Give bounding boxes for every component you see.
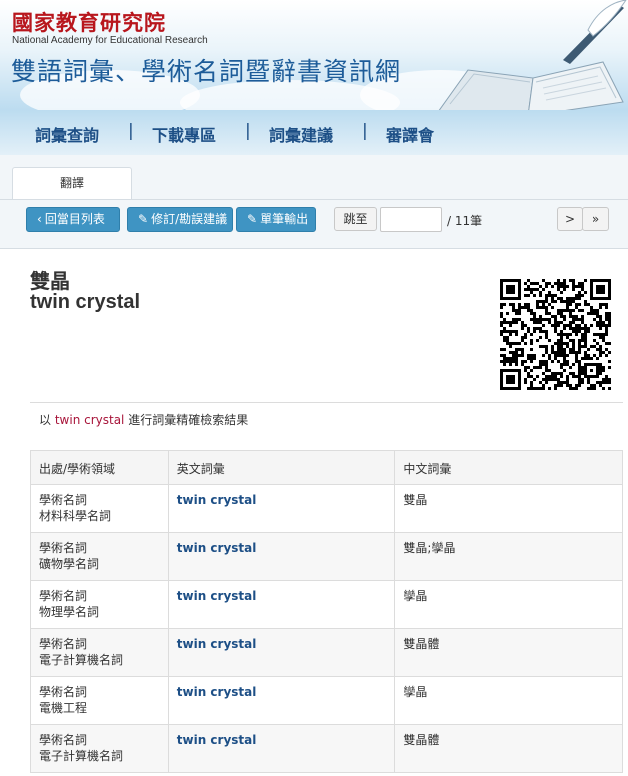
site-banner: 國家教育研究院 National Academy for Educational… bbox=[0, 0, 628, 110]
suggest-edit-button[interactable]: ✎ 修訂/勘誤建議 bbox=[127, 207, 233, 232]
cell-english: twin crystal bbox=[167, 532, 396, 581]
nav-item-review-committee[interactable]: 審譯會 bbox=[386, 122, 434, 146]
last-record-button[interactable]: » bbox=[582, 207, 609, 231]
cell-source: 學術名詞 礦物學名詞 bbox=[30, 532, 169, 581]
english-term-link[interactable]: twin crystal bbox=[177, 685, 257, 699]
source-field: 礦物學名詞 bbox=[39, 557, 100, 571]
tab-bar: 翻譯 bbox=[0, 155, 628, 201]
cell-english: twin crystal bbox=[167, 484, 396, 533]
term-english: twin crystal bbox=[30, 291, 141, 313]
table-row: 學術名詞電子計算機名詞 twin crystal 雙晶體 bbox=[30, 628, 623, 677]
cell-english: twin crystal bbox=[167, 724, 396, 773]
cell-chinese: 雙晶體 bbox=[394, 628, 623, 677]
source-field: 電子計算機名詞 bbox=[39, 653, 124, 667]
table-row: 學術名詞礦物學名詞 twin crystal 雙晶;孿晶 bbox=[30, 532, 623, 581]
cell-chinese: 雙晶體 bbox=[394, 724, 623, 773]
nav-separator: | bbox=[245, 121, 251, 141]
source-type: 學術名詞 bbox=[39, 685, 88, 699]
table-row: 學術名詞物理學名詞 twin crystal 孿晶 bbox=[30, 580, 623, 629]
tab-translation[interactable]: 翻譯 bbox=[12, 167, 132, 201]
back-to-list-button[interactable]: ‹ 回當目列表 bbox=[26, 207, 120, 232]
site-title[interactable]: 雙語詞彙、學術名詞暨辭書資訊網 bbox=[11, 52, 401, 88]
english-term-link[interactable]: twin crystal bbox=[177, 637, 257, 651]
table-header-row: 出處/學術領域 英文詞彙 中文詞彙 bbox=[30, 450, 623, 485]
nav-item-downloads[interactable]: 下載專區 bbox=[152, 122, 216, 146]
page-total: / 11筆 bbox=[447, 214, 483, 228]
result-prefix: 以 bbox=[39, 413, 52, 427]
cell-source: 學術名詞 物理學名詞 bbox=[30, 580, 169, 629]
english-term-link[interactable]: twin crystal bbox=[177, 589, 257, 603]
results-table: 出處/學術領域 英文詞彙 中文詞彙 學術名詞 材料科學名詞 twin crysta… bbox=[30, 450, 623, 773]
pencil-icon: ✎ bbox=[247, 212, 258, 226]
search-result-summary: 以 twin crystal 進行詞彙精確檢索結果 bbox=[39, 411, 248, 428]
cell-chinese: 雙晶;孿晶 bbox=[394, 532, 623, 581]
table-row: 學術名詞電機工程 twin crystal 孿晶 bbox=[30, 676, 623, 725]
org-name-english: National Academy for Educational Researc… bbox=[12, 35, 208, 46]
cell-chinese: 雙晶 bbox=[394, 484, 623, 533]
source-type: 學術名詞 bbox=[39, 493, 88, 507]
cell-source: 學術名詞材料科學名詞 bbox=[30, 484, 169, 533]
entry-panel: 雙晶 twin crystal 以 twin crystal 進行詞彙精確檢索結… bbox=[0, 249, 628, 776]
table-row: 學術名詞電子計算機名詞 twin crystal 雙晶體 bbox=[30, 724, 623, 773]
next-record-button[interactable]: > bbox=[557, 207, 583, 231]
result-keyword: twin crystal bbox=[54, 413, 125, 427]
cell-source: 學術名詞電子計算機名詞 bbox=[30, 724, 169, 773]
english-term-link[interactable]: twin crystal bbox=[177, 541, 257, 555]
english-term-link[interactable]: twin crystal bbox=[177, 493, 257, 507]
cell-source: 學術名詞 電機工程 bbox=[30, 676, 169, 725]
source-field: 物理學名詞 bbox=[39, 605, 100, 619]
back-to-list-label: 回當目列表 bbox=[44, 212, 105, 226]
pencil-icon: ✎ bbox=[138, 212, 149, 226]
cell-chinese: 孿晶 bbox=[394, 580, 623, 629]
nav-separator: | bbox=[362, 121, 368, 141]
main-nav: 詞彙查詢 | 下載專區 | 詞彙建議 | 審譯會 bbox=[0, 110, 628, 155]
source-type: 學術名詞 bbox=[39, 733, 88, 747]
cell-english: twin crystal bbox=[167, 628, 396, 677]
cell-english: twin crystal bbox=[167, 580, 396, 629]
chevron-left-icon: ‹ bbox=[37, 212, 42, 226]
english-term-link[interactable]: twin crystal bbox=[177, 733, 257, 747]
nav-separator: | bbox=[128, 121, 134, 141]
cell-chinese: 孿晶 bbox=[394, 676, 623, 725]
source-type: 學術名詞 bbox=[39, 589, 88, 603]
table-row: 學術名詞材料科學名詞 twin crystal 雙晶 bbox=[30, 484, 623, 533]
export-single-button[interactable]: ✎ 單筆輸出 bbox=[236, 207, 316, 232]
suggest-edit-label: 修訂/勘誤建議 bbox=[151, 212, 228, 226]
nav-item-term-suggestion[interactable]: 詞彙建議 bbox=[269, 122, 333, 146]
cell-english: twin crystal bbox=[167, 676, 396, 725]
source-type: 學術名詞 bbox=[39, 541, 88, 555]
source-field: 材料科學名詞 bbox=[39, 509, 112, 523]
divider bbox=[30, 402, 623, 403]
source-type: 學術名詞 bbox=[39, 637, 88, 651]
org-logo-text[interactable]: 國家教育研究院 bbox=[12, 7, 166, 37]
nav-item-term-search[interactable]: 詞彙查詢 bbox=[35, 122, 99, 146]
column-header-source: 出處/學術領域 bbox=[30, 450, 169, 485]
record-toolbar: ‹ 回當目列表 ✎ 修訂/勘誤建議 ✎ 單筆輸出 跳至 / 11筆 > » bbox=[0, 199, 628, 249]
result-suffix: 進行詞彙精確檢索結果 bbox=[128, 413, 249, 427]
cell-source: 學術名詞電子計算機名詞 bbox=[30, 628, 169, 677]
qr-code bbox=[500, 279, 611, 390]
open-book-illustration bbox=[438, 0, 627, 110]
export-single-label: 單筆輸出 bbox=[260, 212, 309, 226]
column-header-chinese: 中文詞彙 bbox=[394, 450, 623, 485]
term-chinese: 雙晶 bbox=[30, 269, 70, 293]
jump-page-input[interactable] bbox=[380, 207, 442, 232]
source-field: 電機工程 bbox=[39, 701, 88, 715]
source-field: 電子計算機名詞 bbox=[39, 749, 124, 763]
column-header-english: 英文詞彙 bbox=[167, 450, 396, 485]
jump-to-button[interactable]: 跳至 bbox=[334, 207, 377, 231]
